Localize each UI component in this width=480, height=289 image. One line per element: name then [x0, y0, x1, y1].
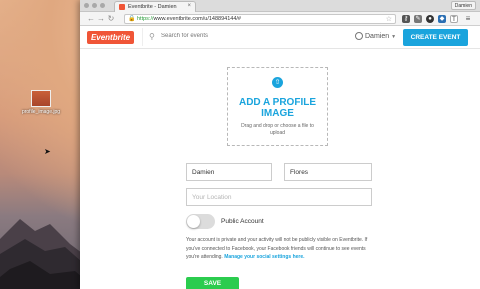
desktop-file-name: profile_image.jpg [21, 109, 61, 115]
bookmark-star-icon[interactable]: ☆ [386, 15, 392, 24]
key-extension-icon[interactable]: ⚷ [402, 15, 410, 23]
create-event-button[interactable]: CREATE EVENT [403, 29, 468, 46]
tool-extension-icon[interactable]: ✎ [414, 15, 422, 23]
public-account-label: Public Account [221, 218, 264, 225]
browser-tab[interactable]: Eventbrite - Damien × [114, 1, 196, 12]
user-avatar-icon [355, 32, 363, 40]
privacy-notice: Your account is private and your activit… [186, 236, 374, 262]
search-box[interactable]: ⚲ [142, 28, 234, 46]
user-name: Damien [365, 32, 390, 40]
search-icon: ⚲ [149, 32, 155, 41]
user-menu[interactable]: Damien ▼ [355, 32, 396, 40]
mouse-cursor-icon: ➤ [44, 147, 51, 156]
first-name-field[interactable] [186, 163, 272, 181]
t-extension-icon[interactable]: T [450, 15, 458, 23]
eventbrite-logo[interactable]: Eventbrite [87, 31, 134, 44]
close-window-button[interactable] [84, 3, 89, 8]
upload-subtitle: Drag and drop or choose a file to upload [241, 123, 314, 136]
eventbrite-favicon-icon [119, 4, 125, 10]
manage-social-settings-link[interactable]: Manage your social settings here. [224, 254, 304, 260]
close-tab-icon[interactable]: × [187, 3, 191, 9]
desktop-file[interactable]: profile_image.jpg [18, 90, 64, 115]
browser-toolbar: ← → ↻ 🔒 https://www.eventbrite.com/u/148… [80, 12, 480, 26]
save-button[interactable]: SAVE [186, 277, 239, 289]
blue-extension-icon[interactable]: ◆ [438, 15, 446, 23]
lock-icon: 🔒 [128, 16, 136, 22]
tab-title: Eventbrite - Damien [128, 4, 177, 10]
profile-image-dropzone[interactable]: ⇧ ADD A PROFILE IMAGE Drag and drop or c… [227, 67, 328, 146]
location-field[interactable] [186, 188, 372, 206]
minimize-window-button[interactable] [92, 3, 97, 8]
toggle-knob [187, 215, 200, 228]
url-text: www.eventbrite.com/u/148894144/# [153, 16, 241, 22]
browser-window: Eventbrite - Damien × Damien ← → ↻ 🔒 htt… [80, 0, 480, 289]
url-scheme: https:// [137, 16, 154, 22]
upload-title: ADD A PROFILE IMAGE [238, 97, 317, 119]
image-file-icon [31, 90, 51, 107]
mountain-wallpaper [0, 219, 90, 289]
forward-icon[interactable]: → [96, 12, 106, 26]
window-controls [84, 3, 105, 8]
public-account-toggle[interactable] [186, 214, 215, 229]
maximize-window-button[interactable] [100, 3, 105, 8]
last-name-field[interactable] [284, 163, 372, 181]
menu-icon[interactable]: ≡ [464, 15, 472, 23]
site-header: Eventbrite ⚲ Damien▼ CREATE EVENT [80, 27, 480, 49]
back-icon[interactable]: ← [86, 12, 96, 26]
address-bar[interactable]: 🔒 https://www.eventbrite.com/u/148894144… [124, 14, 396, 24]
reload-icon[interactable]: ↻ [106, 12, 116, 26]
tab-bar: Eventbrite - Damien × Damien [80, 0, 480, 12]
chevron-down-icon: ▼ [391, 33, 397, 40]
dark-circle-extension-icon[interactable]: ● [426, 15, 434, 23]
browser-profile-badge[interactable]: Damien [450, 1, 476, 10]
search-input[interactable] [161, 33, 231, 39]
upload-icon: ⇧ [272, 77, 283, 88]
